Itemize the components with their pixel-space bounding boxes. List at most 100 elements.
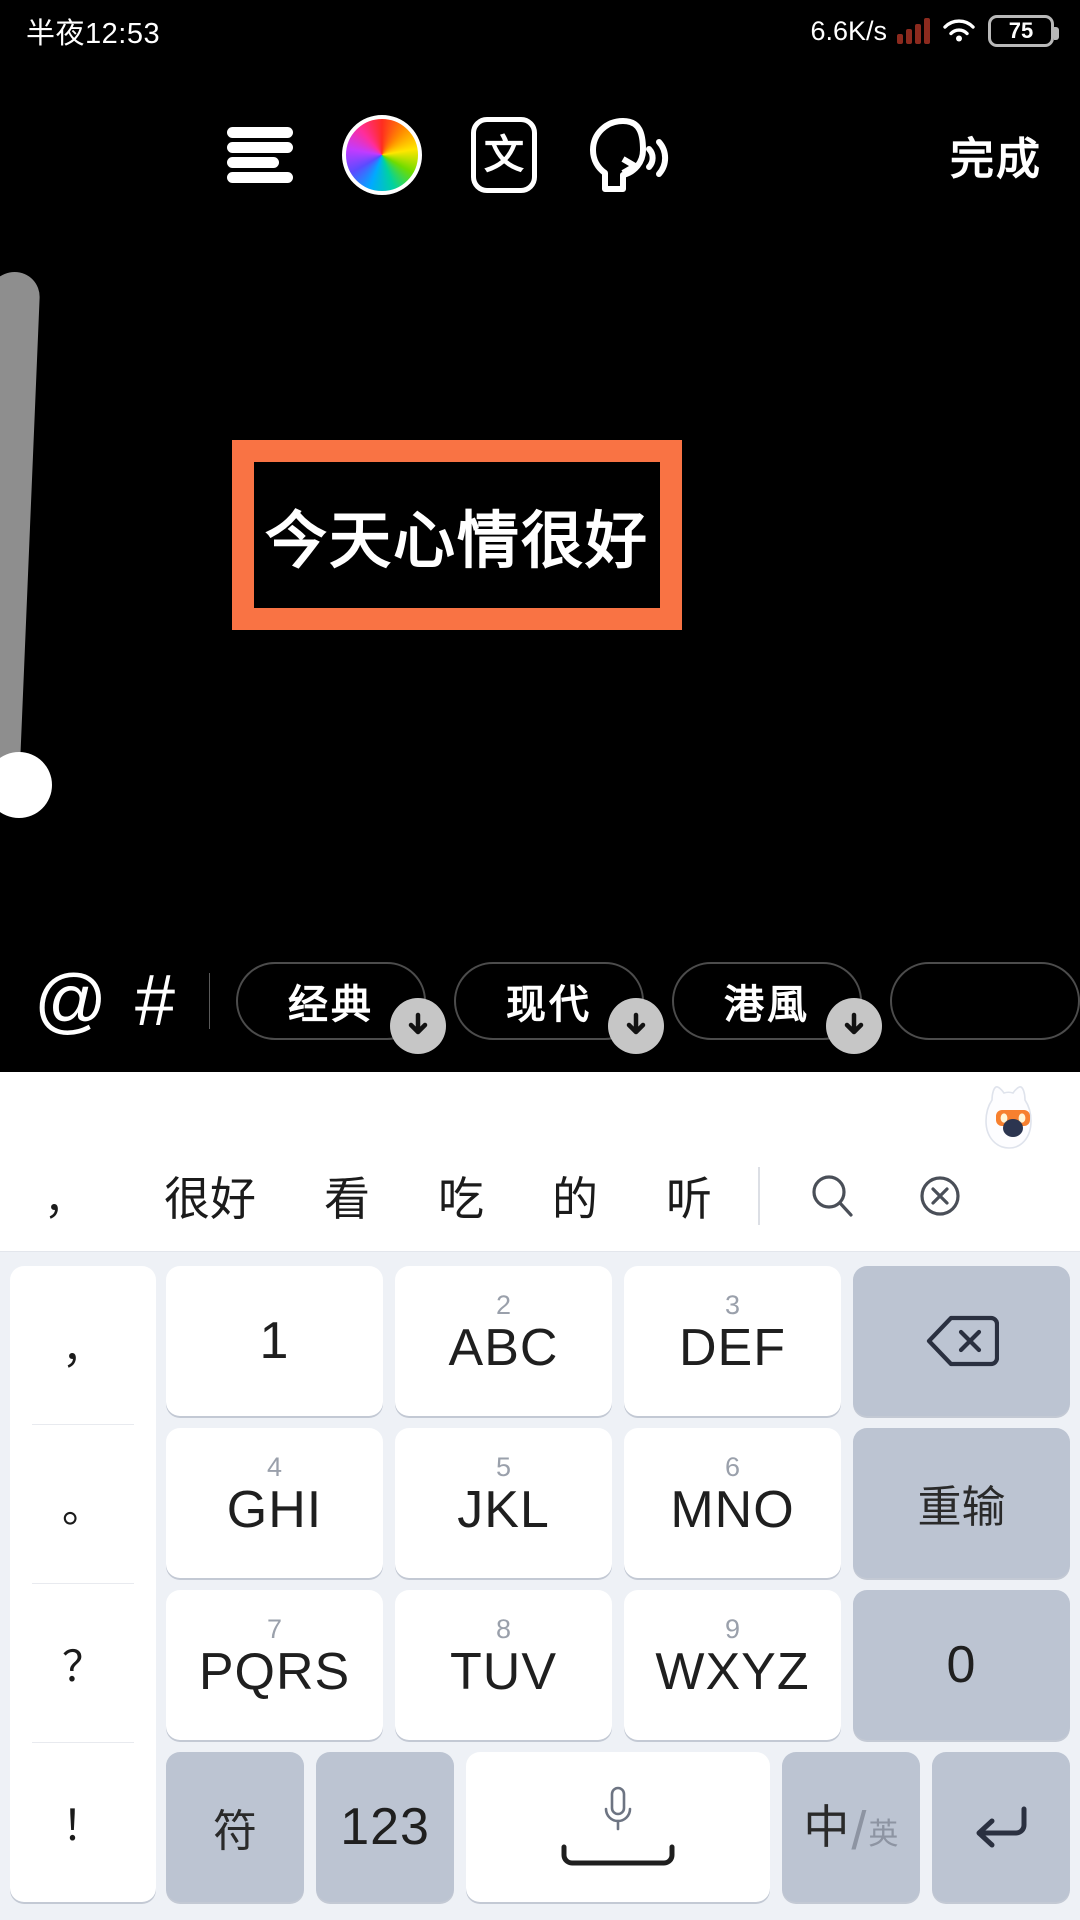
space-inner <box>558 1785 678 1869</box>
key-question[interactable]: ？ <box>10 1584 156 1743</box>
close-circle-icon[interactable] <box>886 1141 994 1251</box>
key-5-jkl[interactable]: 5 JKL <box>395 1428 612 1578</box>
key-0[interactable]: 0 <box>853 1590 1070 1740</box>
key-period[interactable]: 。 <box>10 1425 156 1584</box>
wifi-icon <box>943 19 975 42</box>
suggestion-item[interactable]: ， <box>0 1141 130 1251</box>
status-indicators: 6.6K/s 75 <box>810 15 1059 47</box>
toolbar-divider <box>208 973 210 1029</box>
slider-track[interactable] <box>0 272 41 782</box>
key-label-en: 英 <box>868 1818 899 1851</box>
enter-icon <box>976 1806 1027 1848</box>
suggestion-item[interactable]: 听 <box>632 1141 746 1251</box>
style-chip-modern[interactable]: 现代 <box>454 962 664 1054</box>
suggestion-divider <box>758 1167 760 1225</box>
style-chip-next[interactable] <box>890 962 1080 1040</box>
editor-toolbar: 文 完成 <box>0 100 1080 210</box>
suggestion-item[interactable]: 吃 <box>404 1141 518 1251</box>
key-1[interactable]: 1 <box>166 1266 383 1416</box>
key-enter[interactable] <box>931 1752 1070 1902</box>
style-chip-classic[interactable]: 经典 <box>236 962 446 1054</box>
slash-icon: / <box>851 1801 867 1861</box>
key-label-zh: 中 <box>803 1801 850 1853</box>
status-bar: 半夜12:53 6.6K/s 75 <box>0 0 1080 62</box>
key-reinput[interactable]: 重输 <box>853 1428 1070 1578</box>
key-label: MNO <box>670 1481 795 1539</box>
lang-inner: 中 / 英 <box>803 1800 899 1858</box>
key-2-abc[interactable]: 2 ABC <box>395 1266 612 1416</box>
status-time: 半夜12:53 <box>26 18 161 50</box>
number-key-grid: 1 2 ABC 3 DEF 4 GHI 5 JKL 6 MNO 重输 7 PQR… <box>166 1266 1070 1902</box>
key-number: 8 <box>495 1614 512 1644</box>
key-label: 123 <box>340 1798 430 1856</box>
key-6-mno[interactable]: 6 MNO <box>624 1428 841 1578</box>
signal-bars-icon <box>897 18 930 44</box>
key-label: JKL <box>457 1481 550 1539</box>
key-number: 3 <box>724 1290 741 1320</box>
key-number: 5 <box>495 1452 512 1482</box>
suggestion-item[interactable]: 看 <box>290 1141 404 1251</box>
download-icon[interactable] <box>390 998 446 1054</box>
key-comma[interactable]: ， <box>10 1266 156 1425</box>
search-icon[interactable] <box>778 1141 886 1251</box>
text-to-speech-button[interactable] <box>571 100 681 210</box>
suggestion-item[interactable]: 很好 <box>130 1141 290 1251</box>
key-label: 重输 <box>917 1483 1006 1532</box>
key-space[interactable] <box>466 1752 770 1902</box>
text-editor-canvas[interactable]: 文 完成 今天心情很好 @ # 经典 现代 港風 <box>0 62 1080 1072</box>
color-wheel-icon <box>342 115 422 195</box>
key-7-pqrs[interactable]: 7 PQRS <box>166 1590 383 1740</box>
style-chip-label: 经典 <box>288 983 374 1027</box>
done-button[interactable]: 完成 <box>950 100 1042 210</box>
style-chip-hongkong[interactable]: 港風 <box>672 962 882 1054</box>
key-language-toggle[interactable]: 中 / 英 <box>781 1752 920 1902</box>
key-row: 1 2 ABC 3 DEF <box>166 1266 1070 1416</box>
key-9-wxyz[interactable]: 9 WXYZ <box>624 1590 841 1740</box>
key-row: 7 PQRS 8 TUV 9 WXYZ 0 <box>166 1590 1070 1740</box>
punctuation-column: ， 。 ？ ！ <box>10 1266 156 1902</box>
key-number: 2 <box>495 1290 512 1320</box>
style-chip-label: 现代 <box>506 983 592 1027</box>
key-3-def[interactable]: 3 DEF <box>624 1266 841 1416</box>
editor-bottom-bar: @ # 经典 现代 港風 <box>0 936 1080 1066</box>
key-grid: ， 。 ？ ！ 1 2 ABC 3 DEF 4 GHI 5 JKL 6 MNO … <box>0 1252 1080 1920</box>
network-speed-text: 6.6K/s <box>810 15 887 46</box>
key-label: ABC <box>448 1319 559 1377</box>
key-number: 9 <box>724 1614 741 1644</box>
key-4-ghi[interactable]: 4 GHI <box>166 1428 383 1578</box>
backspace-icon <box>926 1315 999 1367</box>
sticker-text[interactable]: 今天心情很好 <box>265 490 649 580</box>
key-label: GHI <box>226 1481 323 1539</box>
text-color-button[interactable] <box>327 100 437 210</box>
keyboard: ， 很好 看 吃 的 听 ， 。 ？ ！ 1 2 ABC 3 DEF 4 GHI… <box>0 1072 1080 1920</box>
suggestion-bar: ， 很好 看 吃 的 听 <box>0 1141 1080 1251</box>
text-align-icon <box>227 127 293 183</box>
battery-icon: 75 <box>988 15 1059 47</box>
key-label: WXYZ <box>655 1643 810 1701</box>
style-chip-list: 经典 现代 港風 <box>236 962 1080 1054</box>
space-bar-icon <box>561 1844 675 1866</box>
suggestion-item[interactable]: 的 <box>518 1141 632 1251</box>
key-numbers[interactable]: 123 <box>316 1752 455 1902</box>
key-label: 符 <box>213 1807 258 1856</box>
key-label: 0 <box>946 1636 977 1694</box>
mention-button[interactable]: @ <box>34 958 107 1044</box>
key-label: TUV <box>450 1643 557 1701</box>
text-to-speech-icon <box>590 118 669 192</box>
key-number: 7 <box>266 1614 283 1644</box>
key-symbols[interactable]: 符 <box>166 1752 305 1902</box>
key-backspace[interactable] <box>853 1266 1070 1416</box>
text-sticker-card[interactable]: 今天心情很好 <box>232 440 682 630</box>
key-exclamation[interactable]: ！ <box>10 1743 156 1902</box>
font-size-slider[interactable] <box>0 212 60 832</box>
key-8-tuv[interactable]: 8 TUV <box>395 1590 612 1740</box>
key-row: 4 GHI 5 JKL 6 MNO 重输 <box>166 1428 1070 1578</box>
hashtag-button[interactable]: # <box>133 958 177 1044</box>
text-align-button[interactable] <box>205 100 315 210</box>
download-icon[interactable] <box>826 998 882 1054</box>
language-button[interactable]: 文 <box>449 100 559 210</box>
battery-level-text: 75 <box>1008 18 1034 43</box>
slider-thumb[interactable] <box>0 752 52 818</box>
download-icon[interactable] <box>608 998 664 1054</box>
key-label: DEF <box>679 1319 786 1377</box>
